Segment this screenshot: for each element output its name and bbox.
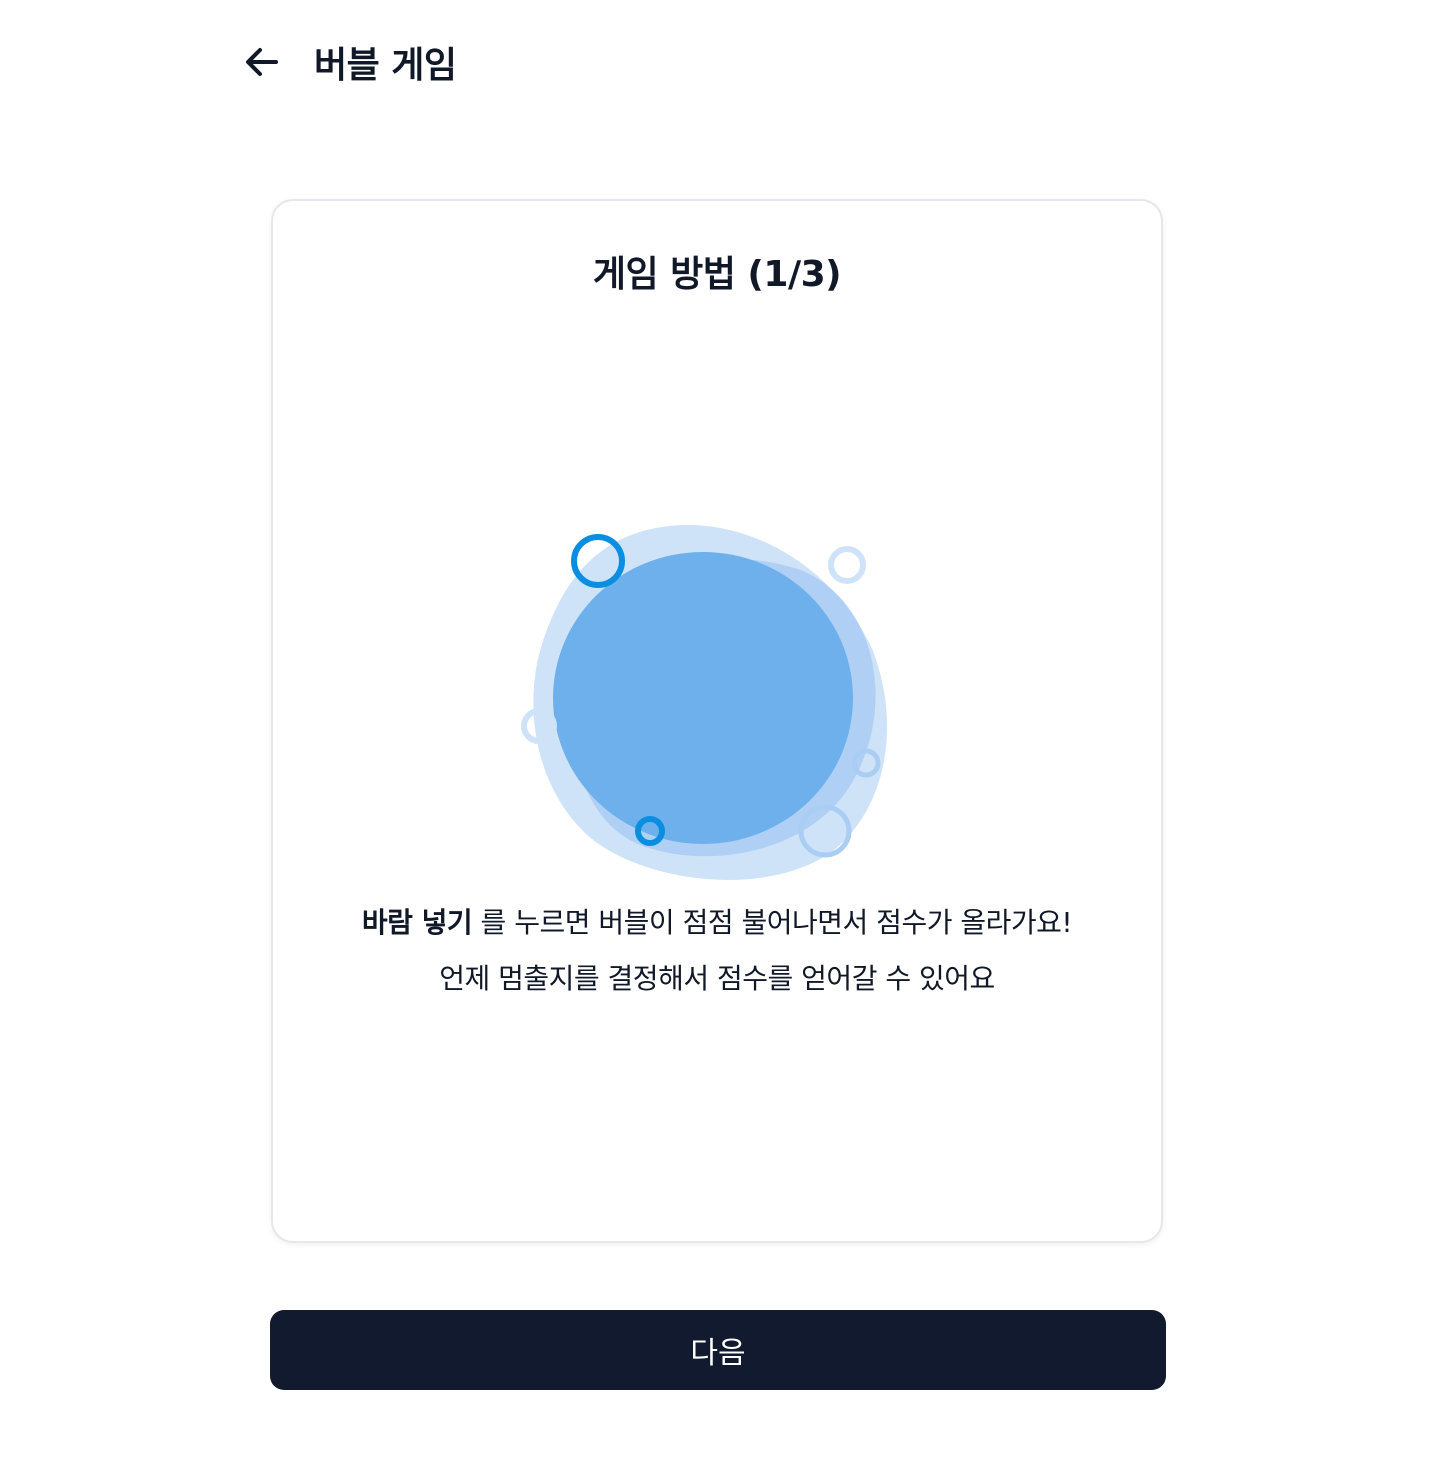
instruction-line-1: 바람 넣기 를 누르면 버블이 점점 불어나면서 점수가 올라가요! <box>273 895 1161 951</box>
bubble-illustration <box>521 524 888 880</box>
instruction-line-2: 언제 멈출지를 결정해서 점수를 얻어갈 수 있어요 <box>439 962 995 995</box>
arrow-left-icon <box>246 48 278 76</box>
header: 버블 게임 <box>240 32 457 92</box>
back-button[interactable] <box>240 40 284 84</box>
ring-top-right <box>828 546 866 584</box>
next-button[interactable]: 다음 <box>270 1310 1166 1390</box>
bubble-main <box>553 552 853 844</box>
page-title: 버블 게임 <box>314 45 457 86</box>
instruction-card: 게임 방법 (1/3) 바람 넣기 를 누르면 버블이 점점 불어나면서 점수가… <box>271 199 1163 1243</box>
card-title: 게임 방법 (1/3) <box>592 254 842 295</box>
instruction-line-1-rest: 를 누르면 버블이 점점 불어나면서 점수가 올라가요! <box>472 906 1073 939</box>
instruction-text: 바람 넣기 를 누르면 버블이 점점 불어나면서 점수가 올라가요! 언제 멈출… <box>273 895 1161 1007</box>
instruction-highlight: 바람 넣기 <box>361 906 473 939</box>
